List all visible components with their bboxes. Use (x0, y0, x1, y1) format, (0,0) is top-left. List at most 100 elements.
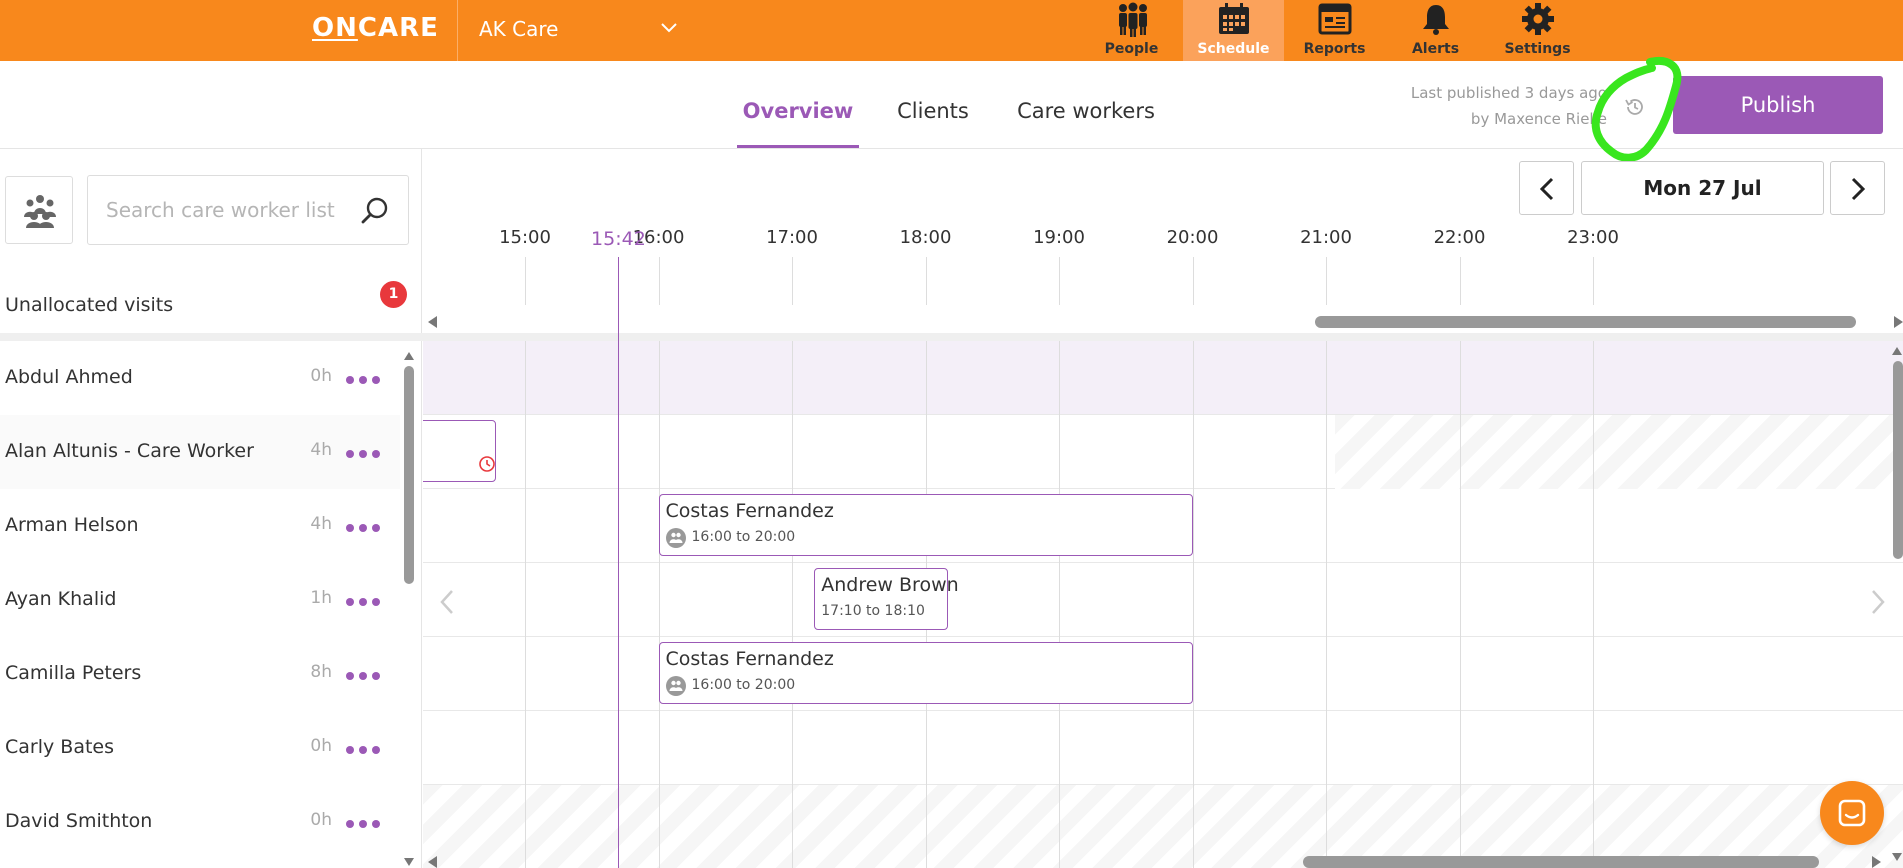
care-worker-hours: 1h (310, 588, 332, 608)
care-worker-name: Arman Helson (5, 514, 139, 536)
more-options-icon[interactable] (346, 524, 380, 532)
hour-tick (1192, 257, 1194, 305)
timeline-vertical-scrollbar-thumb[interactable] (1893, 361, 1903, 559)
visit-block[interactable]: Costas Fernandez 16:00 to 20:00 (658, 494, 1193, 556)
care-worker-row[interactable]: Alan Altunis - Care Worker 4h (0, 415, 400, 489)
unallocated-count-badge: 1 (380, 281, 407, 308)
group-filter-button[interactable] (5, 176, 73, 244)
care-worker-name: Alan Altunis - Care Worker (5, 440, 254, 462)
nav-settings[interactable]: Settings (1487, 0, 1588, 61)
hour-label: 19:00 (1033, 227, 1085, 248)
care-worker-row[interactable]: Ayan Khalid 1h (0, 563, 400, 637)
hour-grid-line (658, 341, 660, 868)
scroll-right-arrow-icon[interactable] (1894, 316, 1903, 328)
visit-client-name: Costas Fernandez (665, 500, 834, 522)
care-worker-row[interactable]: Abdul Ahmed 0h (0, 341, 400, 415)
scrollbar-thumb[interactable] (1303, 856, 1819, 868)
scroll-left-chevron-icon[interactable] (439, 589, 455, 615)
care-worker-row[interactable]: Carly Bates 0h (0, 711, 400, 785)
care-worker-search (87, 175, 409, 245)
hour-label: 21:00 (1300, 227, 1352, 248)
hour-grid-line (1192, 341, 1194, 868)
visit-block[interactable]: Andrew Brown 17:10 to 18:10 (814, 568, 959, 630)
nav-alerts[interactable]: Alerts (1385, 0, 1486, 61)
group-icon (24, 195, 56, 228)
care-worker-list-scrollbar[interactable] (404, 352, 414, 862)
logo-suffix: CARE (357, 13, 439, 43)
more-options-icon[interactable] (346, 746, 380, 754)
hour-grid-line (525, 341, 526, 868)
care-worker-row[interactable]: David Smithton 0h (0, 785, 400, 859)
unallocated-visits-row[interactable]: Unallocated visits (0, 279, 422, 335)
next-day-button[interactable] (1830, 161, 1885, 215)
schedule-timeline: Mon 27 Jul 15:00 16:00 17:00 18:00 19:00 20:0… (423, 149, 1903, 868)
scroll-right-chevron-icon[interactable] (1870, 589, 1886, 615)
visit-time: 16:00 to 20:00 (691, 677, 796, 693)
hour-label: 15:00 (499, 227, 551, 248)
hour-label: 18:00 (899, 227, 952, 248)
scrollbar-thumb[interactable] (404, 366, 414, 584)
nav-people[interactable]: People (1081, 0, 1182, 61)
gear-icon (1522, 3, 1554, 35)
tab-clients[interactable]: Clients (886, 61, 980, 148)
more-options-icon[interactable] (346, 820, 380, 828)
bell-icon (1423, 5, 1449, 35)
oncare-logo[interactable]: ONCARE (312, 13, 439, 43)
visit-client-name: Andrew Brown (821, 574, 959, 596)
care-worker-hours: 4h (310, 514, 332, 534)
chevron-down-icon (661, 23, 677, 33)
reports-icon (1318, 3, 1352, 35)
logo-prefix: ON (312, 13, 358, 43)
visit-block[interactable]: Costas Fernandez 16:00 to 20:00 (658, 642, 1193, 704)
timeline-header-scrollbar[interactable] (423, 316, 1903, 328)
hour-label: 22:00 (1433, 227, 1486, 248)
nav-label: Settings (1504, 41, 1571, 57)
hour-grid-line (1593, 341, 1594, 868)
scroll-down-arrow-icon[interactable] (404, 858, 414, 866)
highlight-annotation (1591, 57, 1682, 162)
chat-button[interactable] (1820, 781, 1884, 845)
hour-tick (658, 257, 660, 305)
more-options-icon[interactable] (346, 450, 380, 458)
unavailable-period (1335, 415, 1903, 489)
visit-block[interactable] (423, 420, 496, 482)
scroll-up-arrow-icon[interactable] (404, 352, 414, 360)
hour-tick (525, 257, 526, 305)
care-worker-name: David Smithton (5, 810, 153, 832)
previous-day-button[interactable] (1519, 161, 1574, 215)
care-worker-row[interactable]: Arman Helson 4h (0, 489, 400, 563)
timeline-row (423, 341, 1903, 415)
more-options-icon[interactable] (346, 672, 380, 680)
hour-tick (792, 257, 793, 305)
tab-care-workers[interactable]: Care workers (1010, 61, 1162, 148)
current-time-label: 15:42 (591, 228, 646, 250)
nav-schedule[interactable]: Schedule (1183, 0, 1284, 61)
care-worker-hours: 0h (310, 810, 332, 830)
organisation-select[interactable]: AK Care (457, 0, 692, 61)
care-worker-name: Camilla Peters (5, 662, 142, 684)
care-worker-row[interactable]: Camilla Peters 8h (0, 637, 400, 711)
calendar-icon (1219, 3, 1249, 34)
care-worker-hours: 8h (310, 662, 332, 682)
hour-grid-line (1059, 341, 1060, 868)
search-icon[interactable] (360, 196, 390, 226)
hour-tick (925, 257, 927, 305)
timeline-bottom-scrollbar[interactable] (423, 856, 1903, 868)
scrollbar-thumb[interactable] (1315, 316, 1856, 328)
more-options-icon[interactable] (346, 376, 380, 384)
more-options-icon[interactable] (346, 598, 380, 606)
publish-button[interactable]: Publish (1673, 76, 1883, 134)
visit-client-name: Costas Fernandez (665, 648, 834, 670)
search-input[interactable] (106, 194, 356, 226)
scroll-right-arrow-icon[interactable] (1872, 856, 1881, 868)
current-date[interactable]: Mon 27 Jul (1581, 161, 1824, 215)
hour-grid-line (1459, 341, 1461, 868)
hour-grid-line (1326, 341, 1327, 868)
top-bar: ONCARE AK Care People Schedule Reports A… (0, 0, 1903, 61)
scroll-up-arrow-icon[interactable] (1892, 347, 1902, 355)
unallocated-visits-label: Unallocated visits (5, 294, 174, 316)
tab-overview[interactable]: Overview (737, 61, 859, 148)
care-worker-hours: 4h (310, 440, 332, 460)
hour-label: 20:00 (1166, 227, 1219, 248)
nav-reports[interactable]: Reports (1284, 0, 1385, 61)
